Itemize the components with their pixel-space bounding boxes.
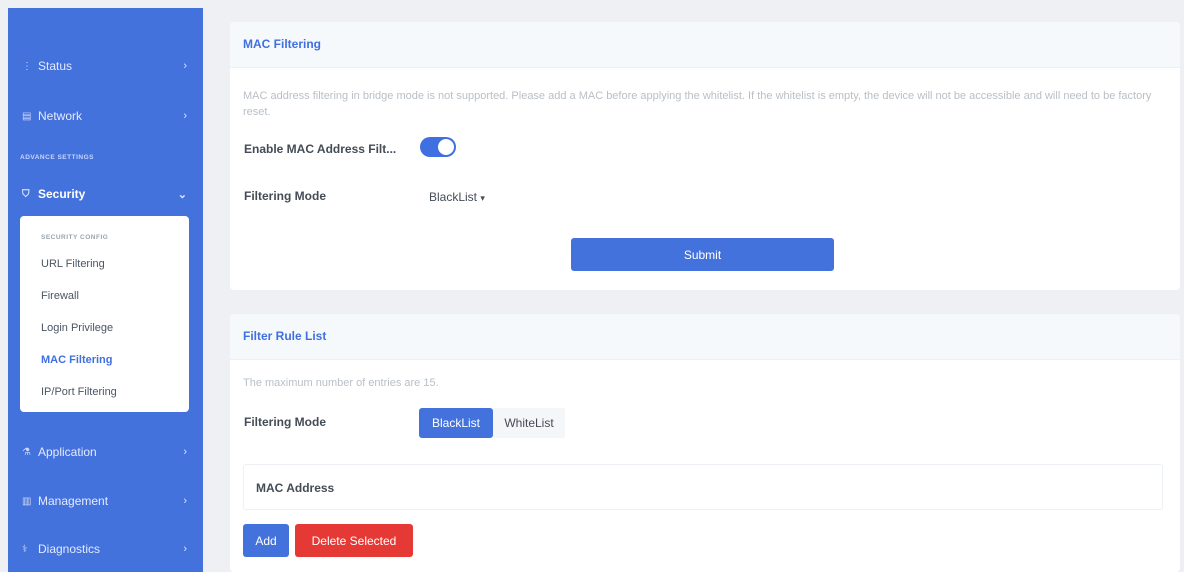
caret-down-icon: ▾ [480, 193, 485, 203]
enable-mac-filter-label: Enable MAC Address Filt... [244, 142, 397, 156]
filtering-mode-label: Filtering Mode [244, 189, 326, 203]
toggle-knob [438, 139, 454, 155]
info-icon: ⋮ [22, 60, 32, 72]
application-icon: ⚗ [22, 446, 31, 458]
submenu-item-login-privilege[interactable]: Login Privilege [41, 322, 113, 334]
sidebar-item-status[interactable]: ⋮ Status › [8, 46, 203, 86]
chevron-right-icon: › [183, 60, 187, 72]
mac-table-header: MAC Address [243, 464, 1163, 510]
sidebar-item-network[interactable]: ▤ Network › [8, 96, 203, 136]
column-header-mac-address: MAC Address [256, 481, 335, 495]
sidebar-item-label: Management [38, 494, 109, 508]
sidebar-item-label: Diagnostics [38, 542, 101, 556]
chevron-right-icon: › [183, 495, 187, 507]
chevron-right-icon: › [183, 110, 187, 122]
card-header: MAC Filtering [230, 22, 1180, 68]
shield-icon: ⛉ [22, 188, 30, 200]
card-header: Filter Rule List [230, 314, 1180, 360]
mode-whitelist-button[interactable]: WhiteList [493, 408, 565, 438]
submenu-title: SECURITY CONFIG [41, 234, 109, 241]
section-label: ADVANCE SETTINGS [20, 154, 94, 161]
card-title: MAC Filtering [243, 37, 321, 51]
sidebar-item-application[interactable]: ⚗ Application › [8, 432, 203, 472]
bridge-mode-note: MAC address filtering in bridge mode is … [243, 90, 1152, 118]
submenu-item-url-filtering[interactable]: URL Filtering [41, 258, 105, 270]
max-entries-note: The maximum number of entries are 15. [243, 377, 439, 389]
submenu-item-firewall[interactable]: Firewall [41, 290, 79, 302]
sidebar-item-diagnostics[interactable]: ⚕ Diagnostics › [8, 529, 203, 569]
chevron-down-icon: ⌄ [177, 188, 187, 201]
filtering-mode-label: Filtering Mode [244, 415, 326, 429]
add-button[interactable]: Add [243, 524, 289, 557]
sidebar-item-label: Status [38, 59, 73, 73]
filter-rule-list-card: Filter Rule List The maximum number of e… [230, 314, 1180, 572]
dropdown-value: BlackList [429, 190, 478, 204]
chevron-right-icon: › [183, 543, 187, 555]
card-title: Filter Rule List [243, 329, 327, 343]
management-icon: ▥ [22, 495, 32, 507]
mode-blacklist-button[interactable]: BlackList [419, 408, 493, 438]
sidebar-item-management[interactable]: ▥ Management › [8, 481, 203, 521]
filtering-mode-dropdown[interactable]: BlackList ▾ [429, 190, 485, 204]
delete-selected-button[interactable]: Delete Selected [295, 524, 413, 557]
submenu-item-ip-port-filtering[interactable]: IP/Port Filtering [41, 386, 117, 398]
sidebar-item-security[interactable]: ⛉ Security ⌄ [8, 174, 203, 214]
chevron-right-icon: › [183, 446, 187, 458]
submenu-item-mac-filtering[interactable]: MAC Filtering [41, 354, 113, 366]
sidebar: ⋮ Status › ▤ Network › ADVANCE SETTINGS … [8, 8, 203, 572]
network-icon: ▤ [22, 110, 32, 122]
diagnostics-icon: ⚕ [22, 543, 28, 555]
security-submenu: SECURITY CONFIG URL Filtering Firewall L… [20, 216, 189, 412]
sidebar-item-label: Application [38, 445, 97, 459]
mac-filtering-card: MAC Filtering MAC address filtering in b… [230, 22, 1180, 290]
sidebar-item-label: Security [38, 187, 86, 201]
submit-button[interactable]: Submit [571, 238, 834, 271]
enable-mac-filter-toggle[interactable] [420, 137, 456, 157]
sidebar-item-label: Network [38, 109, 83, 123]
